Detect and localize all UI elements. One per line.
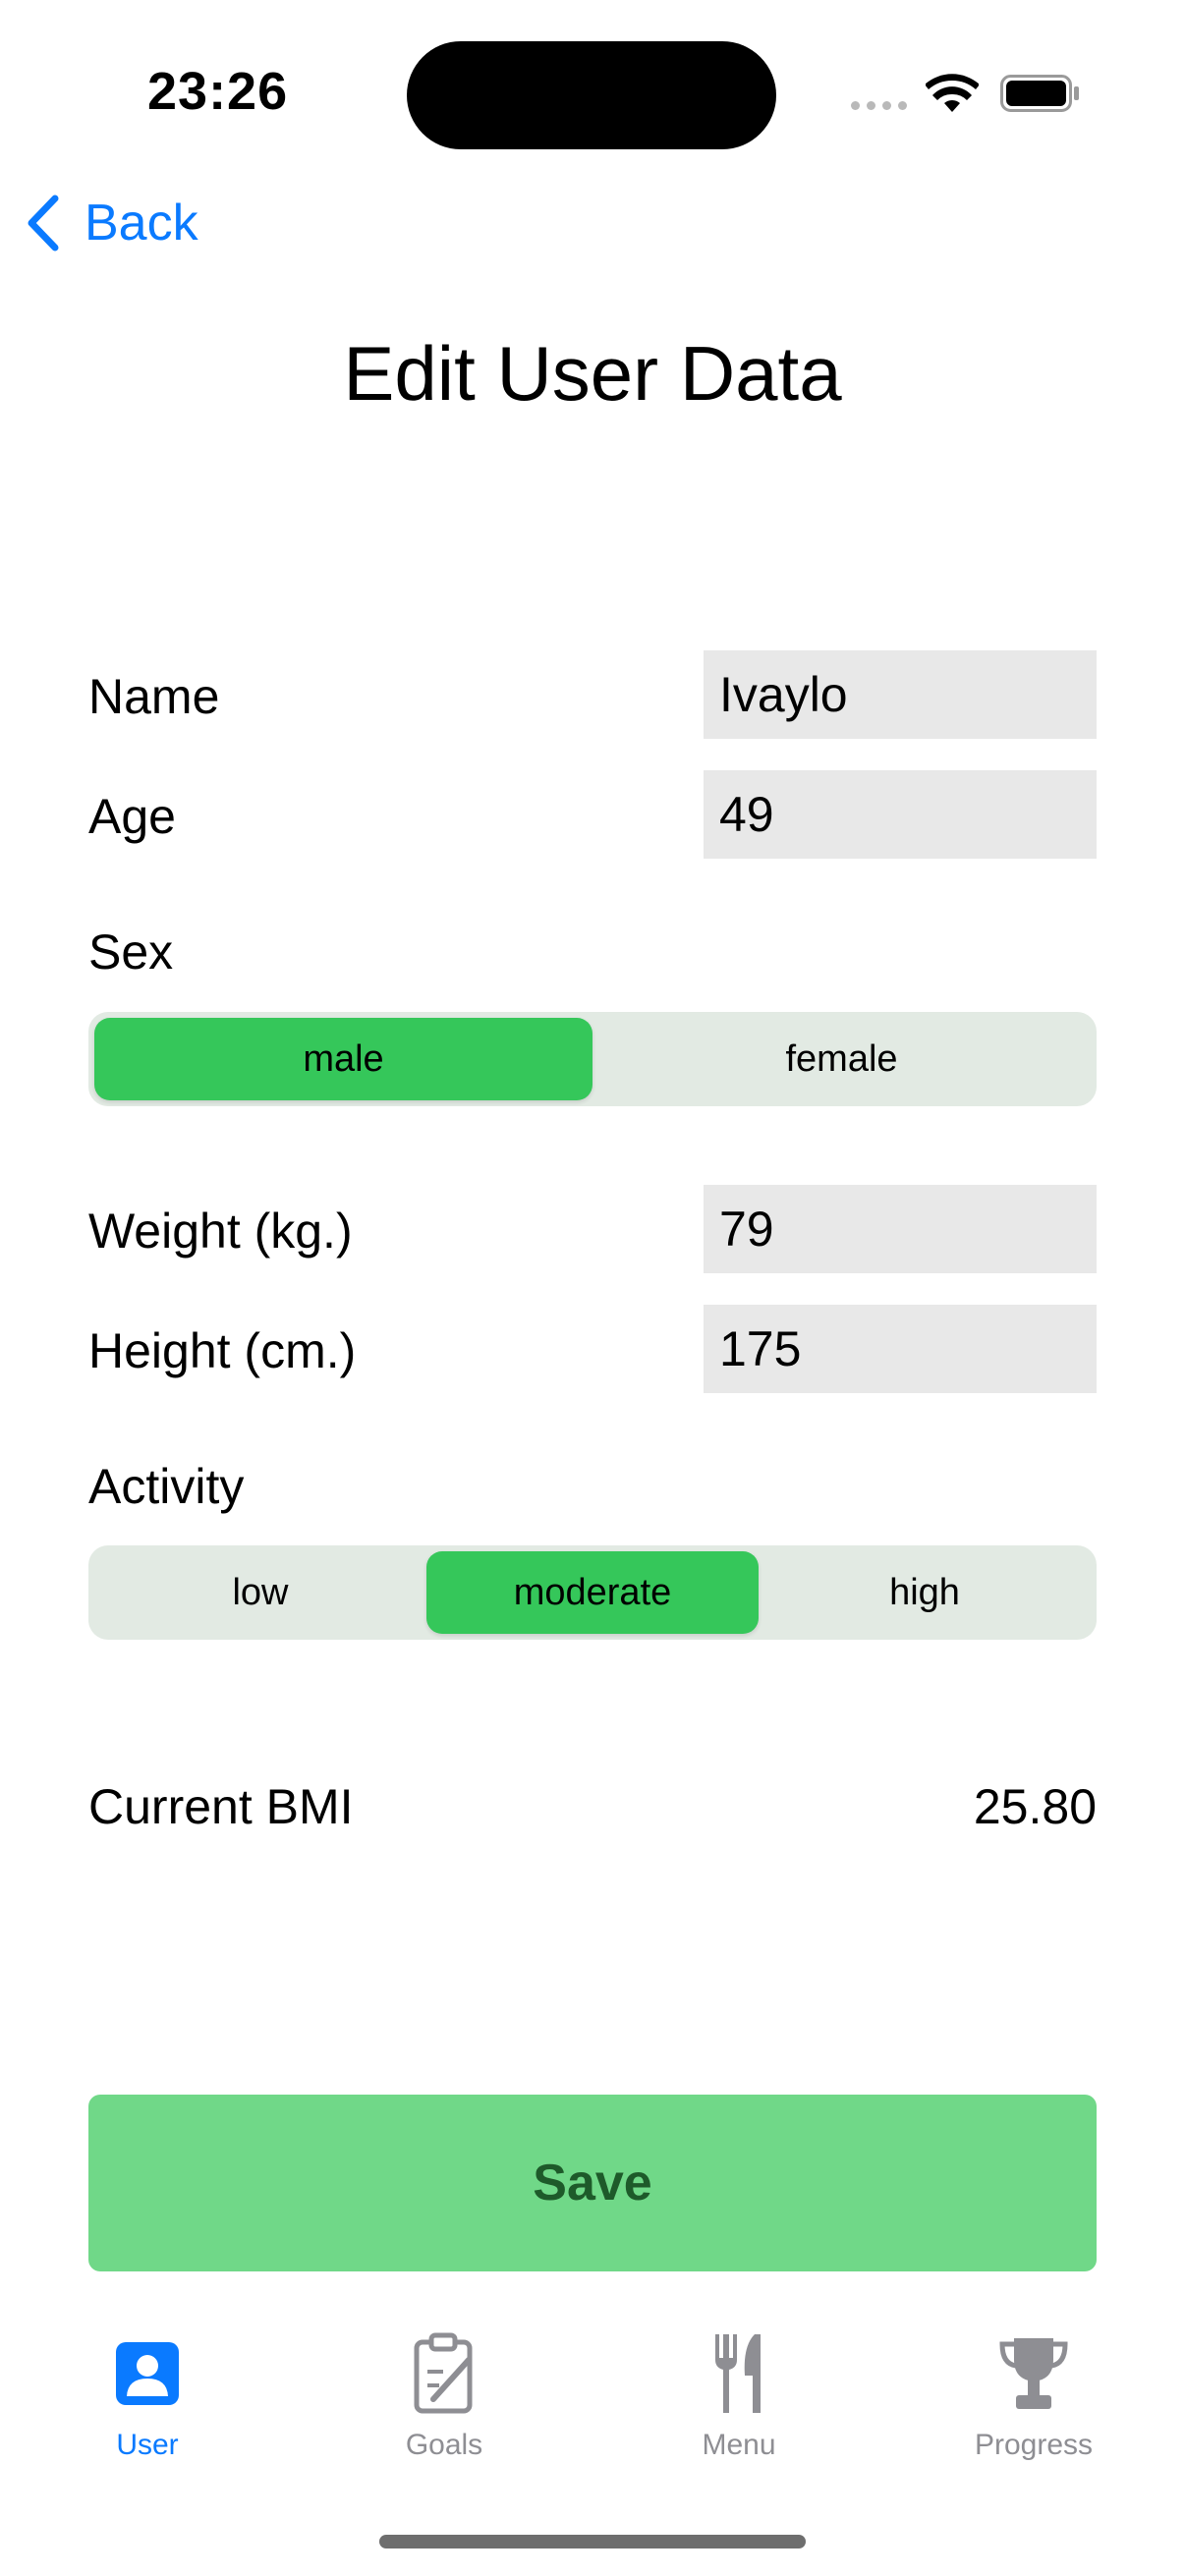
age-label: Age <box>88 789 176 844</box>
person-icon <box>116 2342 179 2405</box>
trophy-icon <box>999 2338 1068 2409</box>
back-button[interactable]: Back <box>24 193 198 253</box>
activity-segmented-control: low moderate high <box>88 1545 1097 1640</box>
tab-user-label: User <box>116 2429 179 2461</box>
weight-label: Weight (kg.) <box>88 1204 353 1259</box>
tab-goals-label: Goals <box>405 2429 483 2461</box>
activity-option-high[interactable]: high <box>759 1551 1091 1634</box>
weight-input[interactable] <box>704 1185 1097 1273</box>
sex-label: Sex <box>88 924 174 980</box>
battery-icon <box>1000 75 1079 112</box>
fork-knife-icon <box>715 2334 761 2413</box>
activity-option-moderate[interactable]: moderate <box>426 1551 759 1634</box>
clipboard-icon <box>414 2332 473 2414</box>
activity-option-low[interactable]: low <box>94 1551 426 1634</box>
name-input[interactable] <box>704 650 1097 739</box>
cellular-signal-icon <box>851 101 907 110</box>
height-label: Height (cm.) <box>88 1323 357 1378</box>
bmi-value: 25.80 <box>973 1779 1097 1834</box>
age-input[interactable] <box>704 770 1097 859</box>
wifi-icon <box>926 74 979 112</box>
chevron-left-icon <box>28 195 59 252</box>
tab-user[interactable]: User <box>39 2328 255 2476</box>
tab-menu-label: Menu <box>702 2429 776 2461</box>
bmi-label: Current BMI <box>88 1779 354 1834</box>
tab-menu[interactable]: Menu <box>631 2328 847 2476</box>
dynamic-island <box>407 41 776 149</box>
save-button[interactable]: Save <box>88 2095 1097 2271</box>
activity-label: Activity <box>88 1459 245 1514</box>
sex-option-female[interactable]: female <box>592 1018 1091 1100</box>
edit-user-screen: 23:26 Back Edit User Data Name Age Sex m… <box>0 0 1185 2576</box>
height-input[interactable] <box>704 1305 1097 1393</box>
tab-progress-label: Progress <box>974 2429 1094 2461</box>
sex-option-male[interactable]: male <box>94 1018 592 1100</box>
page-title: Edit User Data <box>343 330 842 417</box>
home-indicator[interactable] <box>379 2535 806 2548</box>
tab-bar: User Goals Menu Progress <box>0 2328 1185 2486</box>
status-time: 23:26 <box>147 62 289 121</box>
tab-progress[interactable]: Progress <box>926 2328 1142 2476</box>
tab-goals[interactable]: Goals <box>336 2328 552 2476</box>
sex-segmented-control: male female <box>88 1012 1097 1106</box>
back-label: Back <box>85 195 198 252</box>
name-label: Name <box>88 669 220 724</box>
